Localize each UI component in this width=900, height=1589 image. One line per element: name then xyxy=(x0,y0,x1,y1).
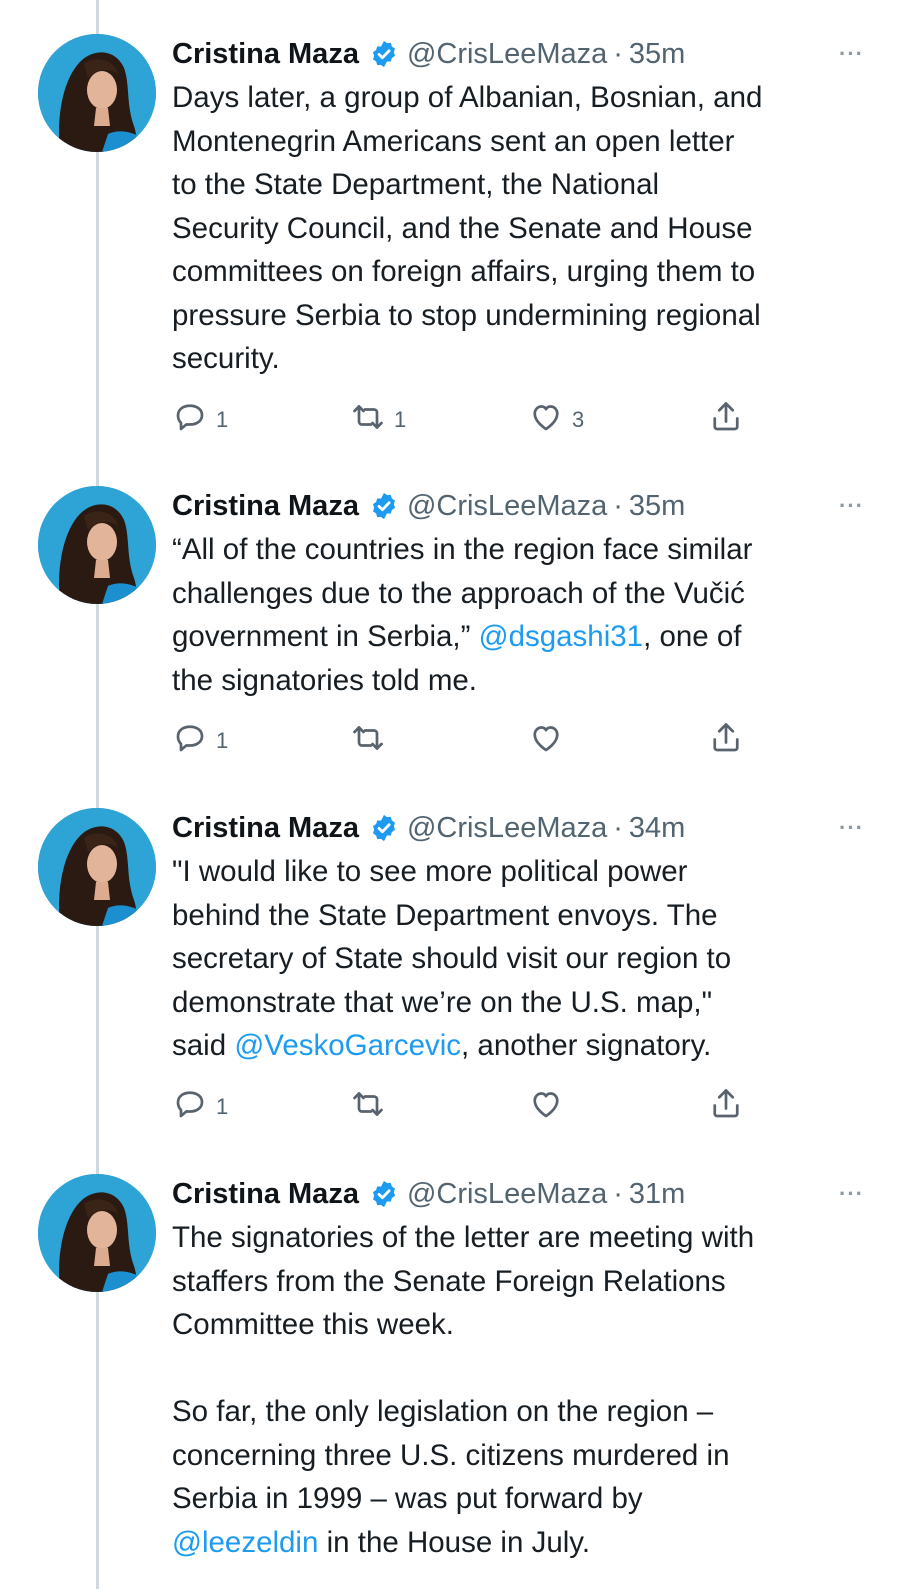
verified-badge-icon xyxy=(369,39,399,69)
author-name[interactable]: Cristina Maza xyxy=(172,812,359,845)
separator-dot: · xyxy=(613,489,623,522)
tweet-text: Days later, a group of Albanian, Bosnian… xyxy=(172,76,872,381)
verified-badge-icon xyxy=(369,813,399,843)
author-handle[interactable]: @CrisLeeMaza xyxy=(407,1178,607,1211)
mention-link[interactable]: @dsgashi31 xyxy=(479,620,643,653)
reply-button[interactable]: 1 xyxy=(172,1086,228,1128)
tweet-text: “All of the countries in the region face… xyxy=(172,528,872,702)
author-name[interactable]: Cristina Maza xyxy=(172,38,359,71)
reply-icon xyxy=(172,720,208,762)
retweet-button[interactable] xyxy=(350,720,394,762)
mention-link[interactable]: @leezeldin xyxy=(172,1526,318,1559)
timestamp[interactable]: 35m xyxy=(629,490,685,523)
separator-dot: · xyxy=(613,37,623,70)
more-icon[interactable]: ··· xyxy=(839,495,864,517)
author-handle[interactable]: @CrisLeeMaza xyxy=(407,38,607,71)
tweet-text-segment: , another signatory. xyxy=(461,1029,712,1062)
heart-icon xyxy=(528,720,564,762)
tweet-text: The signatories of the letter are meetin… xyxy=(172,1216,872,1564)
verified-badge-icon xyxy=(369,1179,399,1209)
retweet-icon xyxy=(350,1086,386,1128)
reply-button[interactable]: 1 xyxy=(172,720,228,762)
author-handle[interactable]: @CrisLeeMaza xyxy=(407,490,607,523)
avatar[interactable] xyxy=(38,1174,156,1292)
avatar[interactable] xyxy=(38,34,156,152)
share-button[interactable] xyxy=(708,1086,744,1128)
avatar[interactable] xyxy=(38,486,156,604)
reply-icon xyxy=(172,1086,208,1128)
like-button[interactable] xyxy=(528,1086,572,1128)
timestamp[interactable]: 35m xyxy=(629,38,685,71)
tweet-text-segment: Days later, a group of Albanian, Bosnian… xyxy=(172,81,763,375)
tweet-actions: 1 xyxy=(172,720,872,764)
author-name[interactable]: Cristina Maza xyxy=(172,490,359,523)
share-button[interactable] xyxy=(708,399,744,441)
retweet-count: 1 xyxy=(394,406,407,432)
retweet-button[interactable] xyxy=(350,1086,394,1128)
reply-button[interactable]: 1 xyxy=(172,399,228,441)
more-icon[interactable]: ··· xyxy=(839,1183,864,1205)
reply-count: 1 xyxy=(216,1093,229,1119)
heart-icon xyxy=(528,1086,564,1128)
reply-count: 1 xyxy=(216,728,229,753)
share-icon xyxy=(708,399,744,441)
retweet-icon xyxy=(350,720,386,762)
more-icon[interactable]: ··· xyxy=(839,43,864,65)
timestamp[interactable]: 31m xyxy=(629,1178,685,1211)
more-icon[interactable]: ··· xyxy=(839,817,864,839)
like-count: 3 xyxy=(572,406,585,432)
tweet-text-segment: The signatories of the letter are meetin… xyxy=(172,1221,755,1515)
share-icon xyxy=(708,1086,744,1128)
tweet-text-segment: in the House in July. xyxy=(318,1525,591,1559)
share-icon xyxy=(708,720,744,762)
tweet-text: "I would like to see more political powe… xyxy=(172,850,872,1068)
timestamp[interactable]: 34m xyxy=(629,812,685,845)
reply-count: 1 xyxy=(216,406,229,432)
separator-dot: · xyxy=(613,1177,623,1210)
heart-icon xyxy=(528,399,564,441)
retweet-button[interactable]: 1 xyxy=(350,399,406,441)
like-button[interactable]: 3 xyxy=(528,399,584,441)
author-handle[interactable]: @CrisLeeMaza xyxy=(407,812,607,845)
verified-badge-icon xyxy=(369,491,399,521)
retweet-icon xyxy=(350,399,386,441)
like-button[interactable] xyxy=(528,720,572,762)
separator-dot: · xyxy=(613,811,623,844)
reply-icon xyxy=(172,399,208,441)
thread-line xyxy=(96,0,99,1589)
avatar[interactable] xyxy=(38,808,156,926)
tweet-actions: 1 1 3 xyxy=(172,399,872,443)
tweet-actions: 1 xyxy=(172,1086,872,1130)
share-button[interactable] xyxy=(708,720,744,762)
mention-link[interactable]: @VeskoGarcevic xyxy=(234,1029,461,1062)
author-name[interactable]: Cristina Maza xyxy=(172,1178,359,1211)
